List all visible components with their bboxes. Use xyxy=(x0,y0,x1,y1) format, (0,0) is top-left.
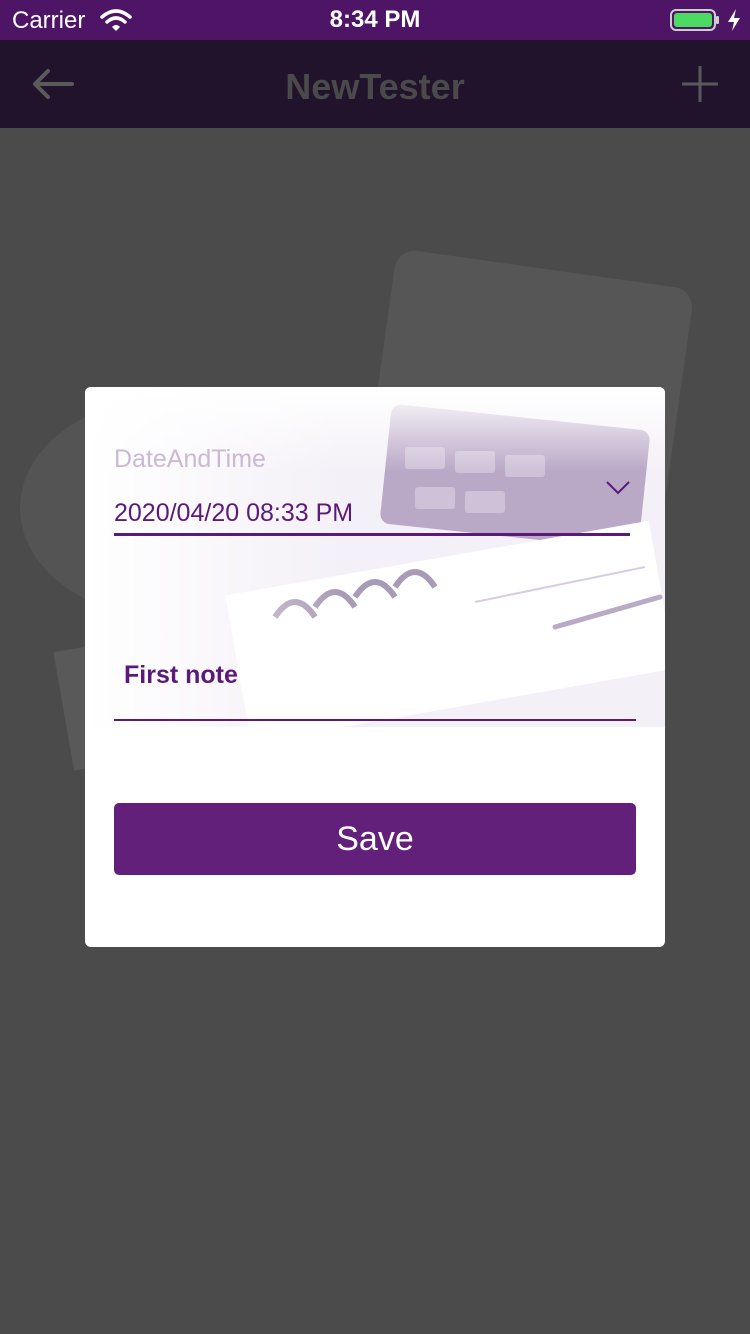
note-input[interactable] xyxy=(114,631,636,721)
note-dialog: DateAndTime 2020/04/20 08:33 PM Save xyxy=(85,387,665,947)
save-button[interactable]: Save xyxy=(114,803,636,875)
date-time-picker[interactable]: 2020/04/20 08:33 PM xyxy=(114,499,353,528)
page-title: NewTester xyxy=(285,66,465,107)
chevron-down-icon[interactable] xyxy=(605,479,631,497)
nav-bar: NewTester xyxy=(0,40,750,128)
status-time: 8:34 PM xyxy=(329,6,421,33)
status-bar: Carrier 8:34 PM xyxy=(0,0,750,40)
date-time-label: DateAndTime xyxy=(114,445,266,473)
charging-icon xyxy=(728,9,740,31)
date-field-underline xyxy=(114,533,630,536)
battery-icon xyxy=(670,9,719,31)
plus-icon[interactable] xyxy=(678,62,722,106)
